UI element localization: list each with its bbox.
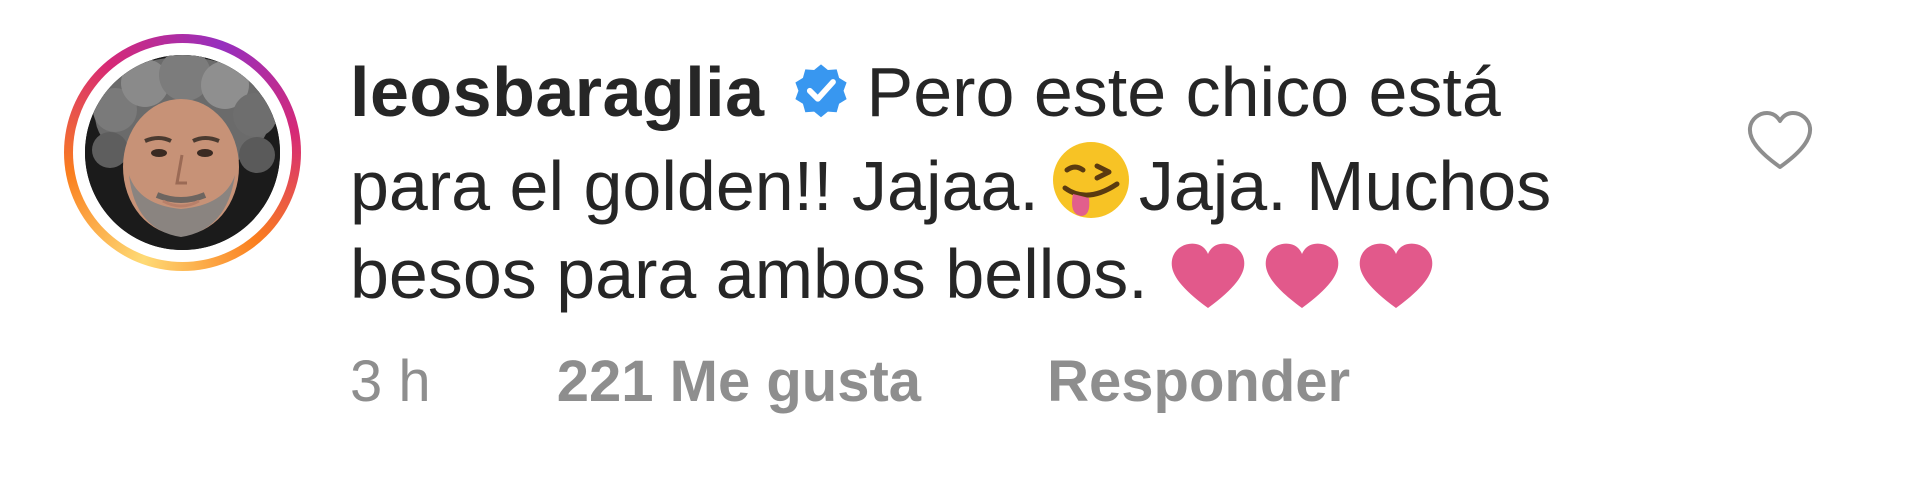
comment-text-line-3: besos para ambos bellos. (350, 235, 1148, 313)
avatar-story-ring[interactable] (64, 34, 301, 271)
comment-text-line-1: Pero este chico está (866, 53, 1501, 131)
comment-meta: 3 h 221 Me gusta Responder (350, 348, 1350, 415)
pink-heart-icon (1262, 240, 1342, 312)
heart-outline-icon (1747, 111, 1813, 169)
comment-text-line-2b: Jaja. Muchos (1138, 147, 1552, 225)
reply-button[interactable]: Responder (1047, 349, 1350, 414)
comment: leosbaraglia Pero este chico está para el… (0, 0, 1920, 496)
avatar-photo (85, 55, 280, 250)
avatar-ring-gap (73, 43, 292, 262)
verified-badge-icon (789, 54, 853, 118)
pink-heart-icon (1356, 240, 1436, 312)
zany-face-icon (1047, 136, 1139, 224)
timestamp: 3 h (350, 349, 431, 414)
pink-heart-icon (1168, 240, 1248, 312)
username[interactable]: leosbaraglia (350, 53, 765, 131)
likes-count-link[interactable]: 221 Me gusta (557, 349, 921, 414)
hearts-group (1168, 235, 1450, 313)
comment-text-line-2a: para el golden!! Jajaa. (350, 147, 1039, 225)
avatar[interactable] (85, 55, 280, 250)
comment-body: leosbaraglia Pero este chico está para el… (350, 48, 1670, 318)
like-button[interactable] (1746, 110, 1814, 172)
